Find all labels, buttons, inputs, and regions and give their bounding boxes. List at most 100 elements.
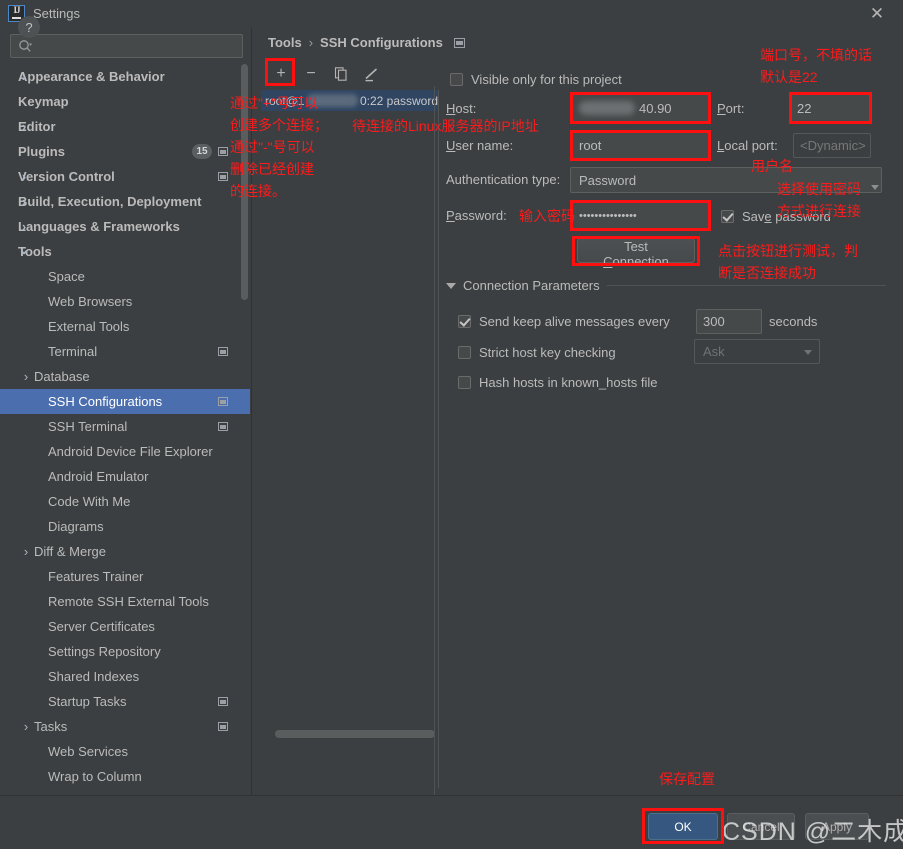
sidebar-item-shared-indexes[interactable]: Shared Indexes xyxy=(0,664,250,689)
chevron-right-icon[interactable]: › xyxy=(18,219,30,234)
settings-tree[interactable]: › Appearance & Behavior Keymap › Editor Plugi… xyxy=(0,64,250,792)
sidebar-item-android-device-file-explorer[interactable]: Android Device File Explorer xyxy=(0,439,250,464)
anno-save: 保存配置 xyxy=(659,771,715,787)
sidebar-item-xpath-viewer[interactable]: XPath Viewer xyxy=(0,789,250,792)
title-bar: IJ Settings ✕ xyxy=(0,0,903,28)
close-icon[interactable]: ✕ xyxy=(867,4,887,24)
sidebar-item-tools[interactable]: ⌄ Tools xyxy=(0,239,250,264)
sidebar-item-tasks[interactable]: › Tasks xyxy=(0,714,250,739)
keep-alive-value: 300 xyxy=(703,314,725,329)
project-scope-icon xyxy=(218,397,228,406)
sidebar-item-settings-repository[interactable]: Settings Repository xyxy=(0,639,250,664)
port-label-row: Port: xyxy=(717,101,744,116)
chevron-down-icon[interactable] xyxy=(871,185,879,190)
anno-port: 端口号，不填的话 默认是22 xyxy=(760,47,872,85)
port-field[interactable]: 22 xyxy=(790,94,870,122)
window-title: Settings xyxy=(33,6,80,21)
add-connection-button[interactable]: + xyxy=(269,62,293,86)
chevron-right-icon[interactable]: › xyxy=(18,169,30,184)
chevron-right-icon[interactable]: › xyxy=(18,69,30,84)
chevron-right-icon[interactable]: › xyxy=(20,544,32,559)
sidebar-item-label: Web Browsers xyxy=(48,294,133,309)
visible-only-checkbox[interactable] xyxy=(450,73,463,86)
sidebar-item-label: Shared Indexes xyxy=(48,669,140,684)
sidebar-item-external-tools[interactable]: External Tools xyxy=(0,314,250,339)
sidebar-item-label: Code With Me xyxy=(48,494,131,509)
test-connection-label: Test Connection xyxy=(603,239,669,269)
sidebar-item-keymap[interactable]: Keymap xyxy=(0,89,250,114)
sidebar-item-remote-ssh-external-tools[interactable]: Remote SSH External Tools xyxy=(0,589,250,614)
visible-only-label: Visible only for this project xyxy=(471,72,622,87)
keep-alive-interval-field[interactable]: 300 xyxy=(696,309,762,334)
save-password-checkbox[interactable] xyxy=(721,210,734,223)
sidebar-item-wrap-to-column[interactable]: Wrap to Column xyxy=(0,764,250,789)
auth-type-label: Authentication type: xyxy=(446,172,561,187)
sidebar-item-terminal[interactable]: Terminal xyxy=(0,339,250,364)
sidebar-item-android-emulator[interactable]: Android Emulator xyxy=(0,464,250,489)
sidebar-item-label: Space xyxy=(48,269,85,284)
sidebar-item-web-services[interactable]: Web Services xyxy=(0,739,250,764)
sidebar-item-editor[interactable]: › Editor xyxy=(0,114,250,139)
local-port-value: <Dynamic> xyxy=(800,138,866,153)
local-port-field[interactable]: <Dynamic> xyxy=(793,133,871,158)
strict-host-checkbox[interactable] xyxy=(458,346,471,359)
chevron-down-icon[interactable] xyxy=(446,282,456,289)
breadcrumb-separator: › xyxy=(308,35,314,50)
copy-icon[interactable] xyxy=(329,62,353,86)
sidebar-search[interactable] xyxy=(10,34,243,58)
sidebar-item-diff-merge[interactable]: › Diff & Merge xyxy=(0,539,250,564)
username-value: root xyxy=(579,138,602,153)
sidebar-item-build-execution-deployment[interactable]: › Build, Execution, Deployment xyxy=(0,189,250,214)
sidebar-item-label: SSH Terminal xyxy=(48,419,128,434)
sidebar-item-web-browsers[interactable]: Web Browsers xyxy=(0,289,250,314)
search-input[interactable] xyxy=(36,38,226,54)
ok-button[interactable]: OK xyxy=(648,813,718,840)
sidebar-item-ssh-terminal[interactable]: SSH Terminal xyxy=(0,414,250,439)
edit-icon[interactable] xyxy=(359,62,383,86)
sidebar-item-label: Version Control xyxy=(18,169,115,184)
sidebar-item-diagrams[interactable]: Diagrams xyxy=(0,514,250,539)
project-scope-icon xyxy=(218,422,228,431)
hash-hosts-checkbox[interactable] xyxy=(458,376,471,389)
sidebar-item-startup-tasks[interactable]: Startup Tasks xyxy=(0,689,250,714)
username-field[interactable]: root xyxy=(572,132,709,159)
breadcrumb-root[interactable]: Tools xyxy=(268,35,302,50)
connection-parameters-title: Connection Parameters xyxy=(463,278,600,293)
password-field[interactable]: ••••••••••••••• xyxy=(572,202,709,229)
anno-plus-minus: 通过"+"号可以 创建多个连接； 通过"-"号可以 删除已经创建 的连接。 xyxy=(230,95,328,199)
sidebar-item-label: Startup Tasks xyxy=(48,694,127,709)
sidebar-item-space[interactable]: Space xyxy=(0,264,250,289)
sidebar-item-ssh-configurations[interactable]: SSH Configurations xyxy=(0,389,250,414)
remove-connection-button[interactable]: − xyxy=(299,62,323,86)
sidebar-item-label: Settings Repository xyxy=(48,644,161,659)
test-connection-button[interactable]: Test Connection xyxy=(577,238,695,269)
chevron-right-icon[interactable]: › xyxy=(20,719,32,734)
sidebar-item-label: Keymap xyxy=(18,94,69,109)
help-button[interactable]: ? xyxy=(18,16,40,38)
project-scope-icon xyxy=(218,347,228,356)
sidebar-item-languages-frameworks[interactable]: › Languages & Frameworks xyxy=(0,214,250,239)
sidebar-item-server-certificates[interactable]: Server Certificates xyxy=(0,614,250,639)
strict-host-combo[interactable]: Ask xyxy=(694,339,820,364)
connections-horizontal-scrollbar[interactable] xyxy=(275,730,435,738)
chevron-down-icon[interactable]: ⌄ xyxy=(18,241,30,257)
sidebar-item-database[interactable]: › Database xyxy=(0,364,250,389)
sidebar-item-label: Features Trainer xyxy=(48,569,144,584)
settings-dialog: IJ Settings ✕ › Appearance & Behavior Keym… xyxy=(0,0,903,849)
settings-scope-icon[interactable] xyxy=(453,37,465,48)
sidebar-item-version-control[interactable]: › Version Control xyxy=(0,164,250,189)
username-label-row: User name: xyxy=(446,138,513,153)
host-label: Host: xyxy=(446,101,477,116)
chevron-right-icon[interactable]: › xyxy=(20,369,32,384)
sidebar-item-features-trainer[interactable]: Features Trainer xyxy=(0,564,250,589)
sidebar-item-appearance-behavior[interactable]: › Appearance & Behavior xyxy=(0,64,250,89)
sidebar-item-code-with-me[interactable]: Code With Me xyxy=(0,489,250,514)
chevron-right-icon[interactable]: › xyxy=(18,194,30,209)
host-field[interactable]: 40.90 xyxy=(572,94,709,122)
sidebar-item-label: Android Device File Explorer xyxy=(48,444,213,459)
project-scope-icon xyxy=(218,697,228,706)
chevron-right-icon[interactable]: › xyxy=(18,119,30,134)
keep-alive-checkbox[interactable] xyxy=(458,315,471,328)
hash-hosts-label: Hash hosts in known_hosts file xyxy=(479,375,658,390)
sidebar-item-plugins[interactable]: Plugins 15 xyxy=(0,139,250,164)
